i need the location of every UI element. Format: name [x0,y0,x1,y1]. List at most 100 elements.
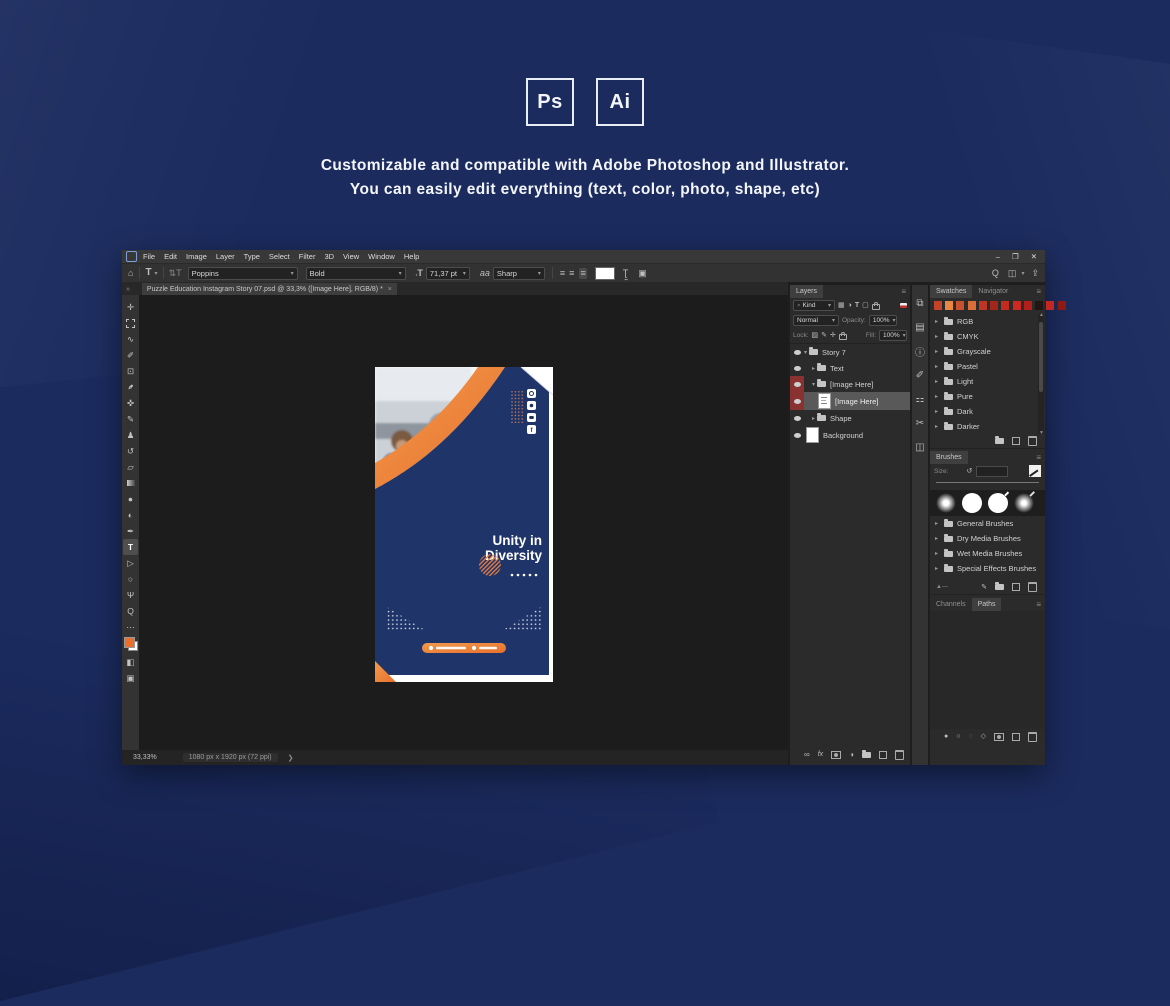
lock-position-icon[interactable]: ✛ [830,332,836,339]
marquee-tool[interactable] [123,315,138,331]
canvas-area[interactable]: f Unity in Diversity [139,295,788,750]
color-swatch[interactable] [1046,301,1055,310]
pen-tool[interactable]: ✒ [123,523,138,539]
color-swatch[interactable] [956,301,965,310]
document-tab[interactable]: Puzzle Education Instagram Story 07.psd … [141,283,397,295]
type-tool-caret-icon[interactable]: ▾ [155,270,158,277]
brush-settings-panel-icon[interactable]: ✐ [916,363,924,387]
filter-smart-object-icon[interactable] [871,302,880,310]
path-selection-tool[interactable]: ▷ [123,555,138,571]
workspace-icon[interactable]: ◫ [1008,268,1017,278]
menu-image[interactable]: Image [186,252,207,261]
zoom-level[interactable]: 33,33% [133,754,157,761]
delete-swatch-icon[interactable] [1028,436,1037,446]
home-icon[interactable]: ⌂ [128,268,133,278]
tool-presets-panel-icon[interactable]: ✂ [916,411,924,435]
font-style-select[interactable]: Bold ▾ [305,266,406,280]
menu-view[interactable]: View [343,252,359,261]
color-swatch[interactable] [1057,301,1066,310]
layer-style-icon[interactable]: fx [818,751,823,758]
lasso-tool[interactable]: ∿ [123,331,138,347]
more-tools-icon[interactable]: ⋯ [123,619,138,635]
menu-layer[interactable]: Layer [216,252,235,261]
swatch-group[interactable]: ▸ Darker [930,419,1045,434]
zoom-tool[interactable]: Q [123,603,138,619]
quick-selection-tool[interactable]: ✐ [123,347,138,363]
tab-brushes[interactable]: Brushes [930,451,968,464]
brush-stroke-toggle-icon[interactable]: ✎ [981,584,987,591]
color-swatch[interactable] [934,301,942,310]
hand-tool[interactable]: Ψ [123,587,138,603]
align-center-icon[interactable]: ≡ [569,268,574,278]
anti-alias-select[interactable]: Sharp ▾ [492,266,545,280]
text-orientation-icon[interactable]: ⇅T [169,268,182,278]
lock-transparency-icon[interactable]: ▨ [812,332,819,339]
soft-round-brush[interactable] [936,493,956,513]
layer-filter-select[interactable]: ⌕ Kind ▾ [793,300,835,311]
layer-filter-toggle[interactable] [900,303,907,308]
type-tool-icon[interactable]: T [145,268,151,278]
align-left-icon[interactable]: ≡ [560,268,565,278]
brush-tool[interactable]: ✎ [123,411,138,427]
new-swatch-group-icon[interactable] [995,436,1004,444]
tab-swatches[interactable]: Swatches [930,285,973,298]
layer-row-selected[interactable]: [Image Here] [790,392,910,410]
share-icon[interactable]: ⇪ [1031,268,1039,278]
fill-path-icon[interactable]: ● [944,733,948,740]
filter-type-icon[interactable]: T [855,302,859,309]
visibility-eye-icon[interactable] [793,365,801,371]
tab-navigator[interactable]: Navigator [972,285,1014,298]
move-tool[interactable]: ✛ [123,299,138,315]
toggle-panels-icon[interactable]: ▣ [638,268,647,278]
filter-adjustment-icon[interactable]: ◑ [848,302,852,309]
properties-panel-icon[interactable]: ▤ [915,315,924,339]
info-panel-icon[interactable]: ⓘ [915,339,925,363]
swatch-group[interactable]: ▸ Pastel [930,359,1045,374]
lock-all-icon[interactable] [838,332,847,340]
delete-path-icon[interactable] [1028,731,1037,742]
color-swatches-control[interactable] [123,637,138,651]
new-path-icon[interactable] [1012,732,1020,741]
layer-mask-icon[interactable] [831,750,842,759]
minimize-button[interactable]: – [996,252,1000,261]
hard-round-brush[interactable] [962,493,982,513]
color-swatch[interactable] [990,301,999,310]
blur-tool[interactable]: ● [123,491,138,507]
dodge-tool[interactable]: ◐ [123,507,138,523]
brush-group[interactable]: ▸ Special Effects Brushes [930,561,1045,576]
new-swatch-icon[interactable] [1012,437,1020,445]
search-icon[interactable]: Q [992,268,999,278]
brush-group[interactable]: ▸ Wet Media Brushes [930,546,1045,561]
new-brush-icon[interactable] [1012,583,1020,591]
swatches-scrollbar[interactable]: ▲ ▼ [1038,312,1044,436]
warp-text-icon[interactable]: Ʈ̰ [623,268,629,278]
tab-paths[interactable]: Paths [971,598,1002,611]
menu-3d[interactable]: 3D [324,252,334,261]
close-button[interactable]: ✕ [1031,252,1037,261]
history-brush-tool[interactable]: ↺ [123,443,138,459]
brush-group[interactable]: ▸ Dry Media Brushes [930,531,1045,546]
brush-group[interactable]: ▸ General Brushes [930,516,1045,531]
swatch-group[interactable]: ▸ Dark [930,404,1045,419]
color-swatch[interactable] [1035,301,1044,310]
libraries-panel-icon[interactable]: ◫ [915,435,924,459]
stroke-path-icon[interactable]: ○ [956,733,960,740]
brush-angle-icon[interactable] [1029,465,1041,477]
add-mask-icon[interactable] [994,732,1004,741]
layers-menu-icon[interactable]: ≡ [901,287,906,296]
quick-mask-icon[interactable]: ◧ [123,654,138,670]
swatches-menu-icon[interactable]: ≡ [1036,287,1041,296]
visibility-eye-icon[interactable] [793,432,801,438]
status-chevron-icon[interactable]: ❯ [288,754,294,762]
link-layers-icon[interactable]: ∞ [804,750,810,759]
color-swatch[interactable] [945,301,954,310]
workspace-caret-icon[interactable]: ▾ [1021,270,1024,277]
new-layer-icon[interactable] [879,750,887,759]
menu-help[interactable]: Help [404,252,419,261]
restore-button[interactable]: ❐ [1012,252,1019,261]
brushes-menu-icon[interactable]: ≡ [1036,453,1041,462]
font-size-select[interactable]: 71,37 pt ▾ [425,266,470,280]
layer-row[interactable]: ▸ Shape [790,410,910,426]
color-swatch[interactable] [1012,301,1021,310]
clone-stamp-tool[interactable]: ♟ [123,427,138,443]
